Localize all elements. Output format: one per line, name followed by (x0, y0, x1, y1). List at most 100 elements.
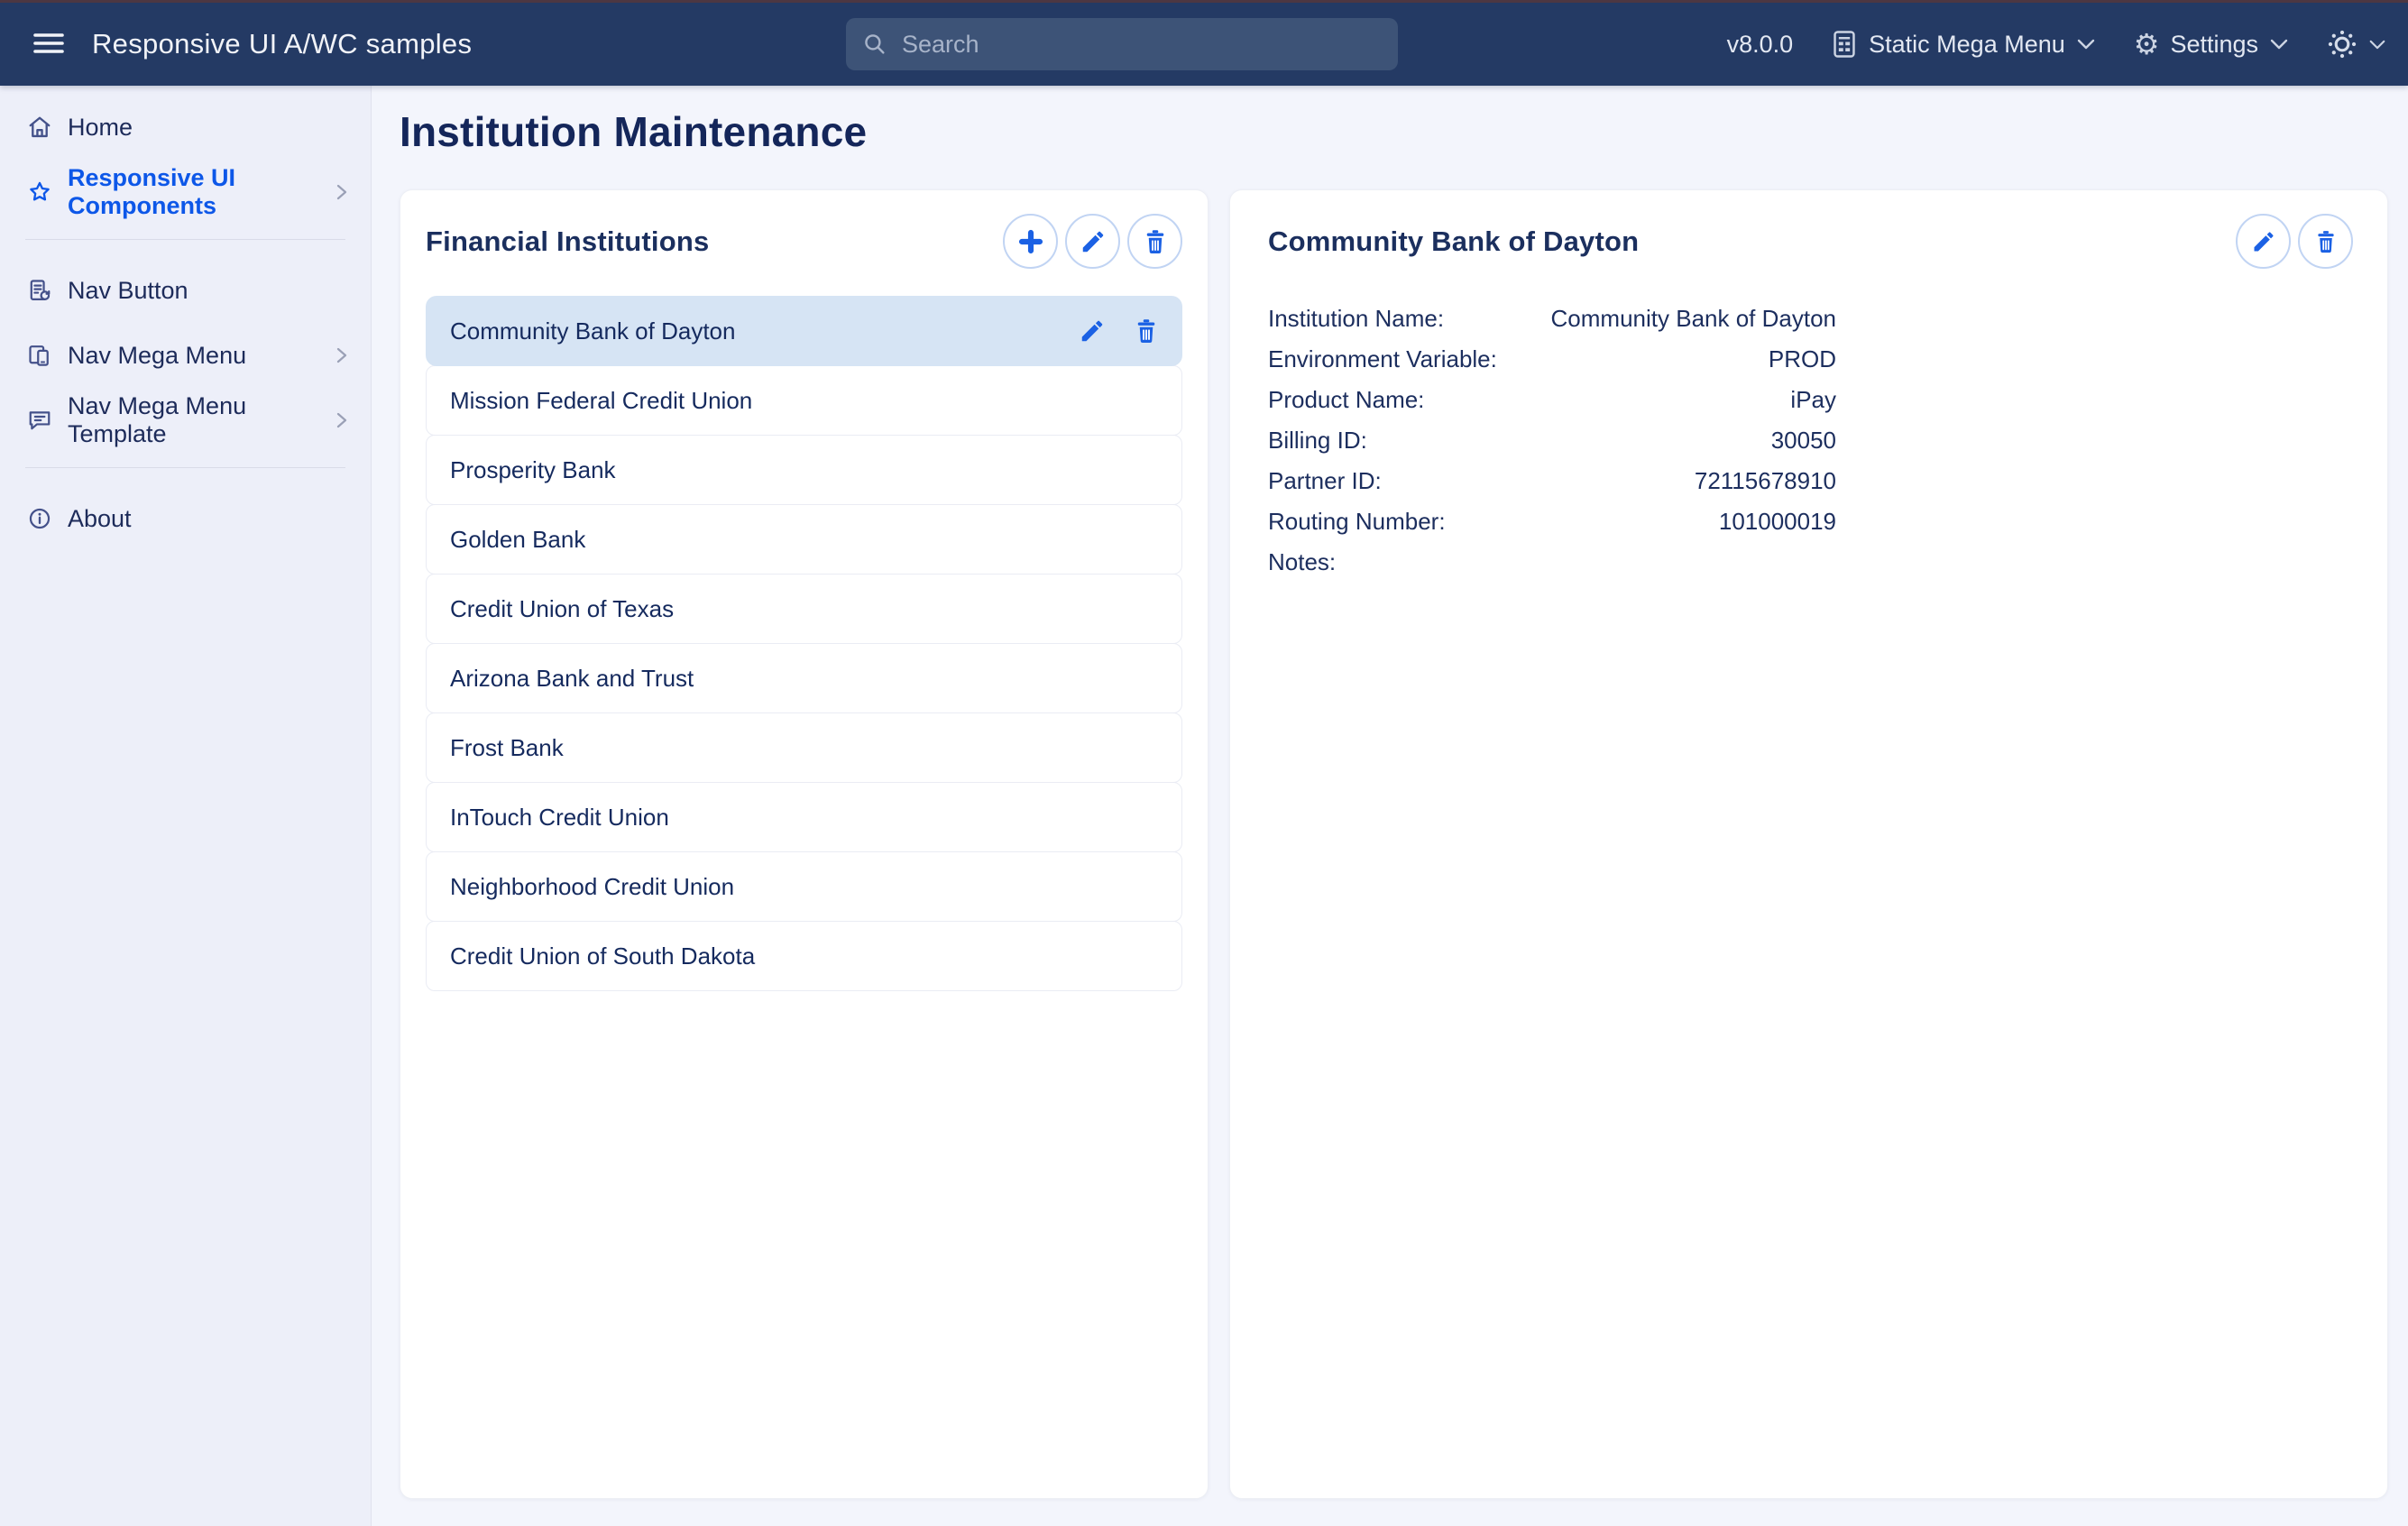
sidebar-item-nav-mega-menu-template[interactable]: Nav Mega Menu Template (0, 388, 371, 453)
field-value: 30050 (1771, 428, 1836, 452)
mega-menu-windows-icon (27, 343, 52, 368)
edit-detail-button[interactable] (2236, 214, 2291, 269)
sidebar-divider (25, 467, 345, 468)
sun-icon (2327, 29, 2357, 60)
institution-row-label: InTouch Credit Union (450, 804, 1162, 832)
mega-menu-dropdown[interactable]: Static Mega Menu (1831, 30, 2096, 59)
field-label: Institution Name: (1268, 307, 1444, 330)
row-edit-button[interactable] (1079, 317, 1106, 345)
chevron-down-icon (2076, 38, 2096, 51)
field-label: Notes: (1268, 550, 1336, 574)
mega-menu-label: Static Mega Menu (1869, 31, 2065, 59)
mega-menu-icon (1831, 30, 1858, 59)
hamburger-menu-button[interactable] (27, 25, 70, 64)
detail-field-row: Routing Number: 101000019 (1268, 510, 1836, 533)
search-input[interactable] (900, 30, 1387, 60)
hamburger-icon (32, 31, 65, 56)
pencil-icon (1080, 228, 1107, 255)
detail-field-row: Partner ID: 72115678910 (1268, 469, 1836, 492)
plus-icon (1016, 227, 1045, 256)
pencil-icon (2251, 229, 2276, 254)
sidebar-item-label: About (68, 505, 351, 533)
institution-row[interactable]: Credit Union of South Dakota (426, 921, 1182, 991)
detail-field-row: Notes: (1268, 550, 1836, 574)
theme-dropdown[interactable] (2327, 29, 2386, 60)
institution-row[interactable]: Arizona Bank and Trust (426, 643, 1182, 713)
institution-row-label: Neighborhood Credit Union (450, 873, 1162, 901)
delete-institutions-button[interactable] (1127, 214, 1182, 269)
field-value: Community Bank of Dayton (1551, 307, 1836, 330)
field-value: PROD (1769, 347, 1836, 371)
sidebar-item-label: Nav Button (68, 277, 351, 305)
sidebar: Home Responsive UI Components Nav Butt (0, 86, 372, 1526)
institution-row[interactable]: Prosperity Bank (426, 435, 1182, 505)
settings-dropdown[interactable]: ⚙ Settings (2134, 30, 2289, 59)
home-icon (27, 115, 52, 140)
sidebar-divider (25, 239, 345, 240)
detail-fields: Institution Name: Community Bank of Dayt… (1268, 307, 1836, 574)
field-label: Billing ID: (1268, 428, 1367, 452)
page-title: Institution Maintenance (400, 106, 2388, 157)
institution-row-label: Community Bank of Dayton (450, 317, 1079, 345)
gear-icon: ⚙ (2134, 30, 2160, 59)
detail-card-title: Community Bank of Dayton (1268, 225, 1639, 258)
institution-row-label: Credit Union of South Dakota (450, 942, 1162, 970)
nav-button-icon (27, 278, 52, 303)
trash-icon (2313, 229, 2339, 254)
sidebar-item-about[interactable]: About (0, 486, 371, 551)
template-icon (27, 408, 52, 433)
star-icon (27, 179, 52, 205)
version-label: v8.0.0 (1727, 31, 1794, 59)
detail-field-row: Product Name: iPay (1268, 388, 1836, 411)
field-value: 72115678910 (1695, 469, 1836, 492)
field-value: 101000019 (1719, 510, 1836, 533)
sidebar-item-nav-mega-menu[interactable]: Nav Mega Menu (0, 323, 371, 388)
institution-row-label: Mission Federal Credit Union (450, 387, 1162, 415)
sidebar-item-home[interactable]: Home (0, 95, 371, 160)
institution-row[interactable]: Mission Federal Credit Union (426, 365, 1182, 436)
field-value: iPay (1790, 388, 1836, 411)
edit-institutions-button[interactable] (1065, 214, 1120, 269)
sidebar-item-label: Nav Mega Menu Template (68, 392, 317, 448)
institution-detail-card: Community Bank of Dayton (1229, 189, 2388, 1499)
row-delete-button[interactable] (1133, 317, 1160, 345)
trash-icon (1142, 228, 1169, 255)
settings-label: Settings (2170, 31, 2258, 59)
chevron-down-icon (2368, 39, 2386, 51)
institution-row[interactable]: Community Bank of Dayton (426, 296, 1182, 366)
institution-row[interactable]: Frost Bank (426, 712, 1182, 783)
detail-field-row: Environment Variable: PROD (1268, 347, 1836, 371)
app-title: Responsive UI A/WC samples (92, 28, 472, 60)
field-label: Product Name: (1268, 388, 1424, 411)
field-label: Partner ID: (1268, 469, 1382, 492)
list-card-title: Financial Institutions (426, 225, 709, 258)
field-label: Routing Number: (1268, 510, 1446, 533)
top-navbar: Responsive UI A/WC samples v8.0.0 Static… (0, 0, 2408, 86)
institution-row[interactable]: Neighborhood Credit Union (426, 851, 1182, 922)
financial-institutions-card: Financial Institutions (400, 189, 1209, 1499)
institution-row[interactable]: InTouch Credit Union (426, 782, 1182, 852)
search-icon (862, 32, 887, 57)
main-content: Institution Maintenance Financial Instit… (372, 86, 2408, 1526)
field-label: Environment Variable: (1268, 347, 1497, 371)
search-box[interactable] (846, 18, 1398, 70)
info-icon (27, 506, 52, 531)
institution-row[interactable]: Golden Bank (426, 504, 1182, 575)
chevron-right-icon (333, 409, 351, 431)
sidebar-item-label: Home (68, 114, 351, 142)
add-institution-button[interactable] (1003, 214, 1058, 269)
chevron-right-icon (333, 181, 351, 203)
institution-row-label: Prosperity Bank (450, 456, 1162, 484)
sidebar-item-responsive-ui-components[interactable]: Responsive UI Components (0, 160, 371, 225)
sidebar-item-nav-button[interactable]: Nav Button (0, 258, 371, 323)
institution-row-label: Credit Union of Texas (450, 595, 1162, 623)
sidebar-item-label: Responsive UI Components (68, 164, 317, 220)
institution-row-label: Arizona Bank and Trust (450, 665, 1162, 693)
delete-detail-button[interactable] (2298, 214, 2353, 269)
pencil-icon (1079, 317, 1106, 345)
chevron-right-icon (333, 345, 351, 366)
institution-row[interactable]: Credit Union of Texas (426, 574, 1182, 644)
trash-icon (1133, 317, 1160, 345)
sidebar-item-label: Nav Mega Menu (68, 342, 317, 370)
institution-row-label: Frost Bank (450, 734, 1162, 762)
